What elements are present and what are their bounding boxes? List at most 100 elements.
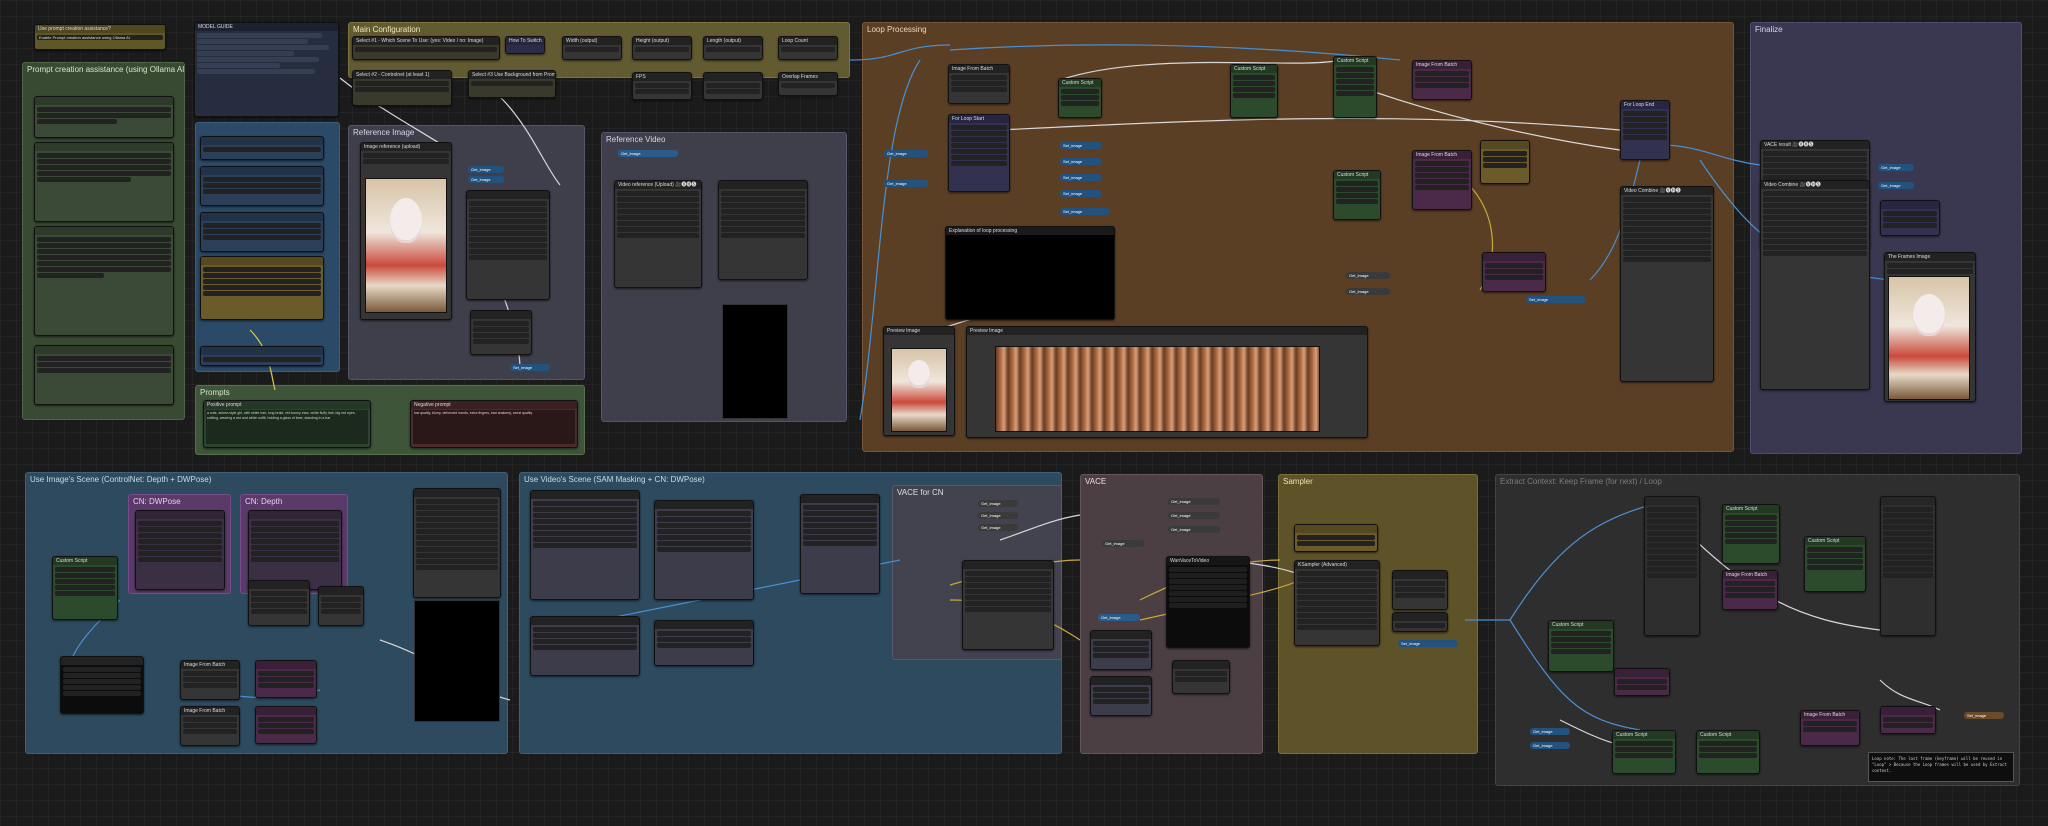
prompt-toggle[interactable]: Enable Prompt creation assistance using … bbox=[37, 35, 163, 40]
batch-images-node[interactable] bbox=[318, 586, 364, 626]
mask-node[interactable] bbox=[530, 616, 640, 676]
if-else-node-2[interactable] bbox=[255, 706, 317, 744]
prompt-helper-node-2[interactable] bbox=[34, 142, 174, 222]
extract-switch-node-2[interactable] bbox=[1880, 706, 1936, 734]
loop-count-node[interactable]: Loop Count bbox=[778, 36, 838, 60]
get-node-pill[interactable]: Get_image bbox=[884, 150, 928, 157]
mask-node-2[interactable] bbox=[654, 620, 754, 666]
select-3-node[interactable]: Select #3 Use Background from Prompt bbox=[468, 70, 556, 98]
vae-loader-node[interactable] bbox=[200, 346, 324, 366]
get-node-pill[interactable]: Get_image bbox=[468, 176, 504, 183]
video-cn-node[interactable] bbox=[800, 494, 880, 594]
vace-helper-node[interactable] bbox=[1090, 630, 1152, 670]
get-node-pill[interactable]: Get_image bbox=[468, 166, 504, 173]
prompt-helper-node-1[interactable] bbox=[34, 96, 174, 138]
while-loop-start-node[interactable] bbox=[1644, 496, 1700, 636]
get-node-pill[interactable]: Get_image bbox=[1530, 742, 1570, 749]
frame-counter-node[interactable] bbox=[1880, 200, 1940, 236]
dwpose-node[interactable] bbox=[135, 510, 225, 590]
prompt-helper-node-4[interactable] bbox=[34, 345, 174, 405]
get-node-pill[interactable]: Get_image bbox=[1168, 512, 1220, 519]
config-helper-node[interactable] bbox=[703, 72, 763, 100]
sam-node-2[interactable] bbox=[654, 500, 754, 600]
set-node-pill[interactable]: Set_image bbox=[1964, 712, 2004, 719]
counting-node[interactable]: Custom Script bbox=[1333, 170, 1381, 220]
empty-image-node[interactable] bbox=[470, 310, 532, 355]
image-list-node[interactable] bbox=[1480, 140, 1530, 184]
fps-node[interactable]: FPS bbox=[632, 72, 692, 100]
get-node-pill[interactable]: Get_image bbox=[978, 512, 1018, 519]
ksampler-node[interactable]: KSampler (Advanced) bbox=[1294, 560, 1380, 646]
vae-decode-node[interactable] bbox=[1392, 612, 1448, 632]
sam-node[interactable] bbox=[530, 490, 640, 600]
get-node-pill[interactable]: Get_image bbox=[1346, 272, 1390, 279]
negative-prompt-node[interactable]: Negative prompt low quality, blurry, def… bbox=[410, 400, 578, 448]
set-node-pill[interactable]: Set_image bbox=[1060, 158, 1102, 165]
image-blend-node[interactable] bbox=[248, 580, 310, 626]
set-node-pill[interactable]: Set_image bbox=[1060, 190, 1102, 197]
resize-image-node[interactable] bbox=[466, 190, 550, 300]
image-from-batch-node[interactable]: Image From Batch bbox=[1412, 60, 1472, 100]
while-loop-end-node[interactable] bbox=[1880, 496, 1936, 636]
custom-script-node-3[interactable]: Custom Script bbox=[1333, 56, 1377, 118]
vace-helper-node-2[interactable] bbox=[1090, 676, 1152, 716]
vace-cn-node[interactable] bbox=[962, 560, 1054, 650]
positive-prompt-text[interactable]: a cute, anime-style girl, with white hai… bbox=[206, 410, 368, 444]
select-2-node[interactable]: Select #2 - Controlnet (at least 1) bbox=[352, 70, 452, 106]
loop-start-node[interactable]: For Loop Start bbox=[948, 114, 1010, 192]
custom-script-node[interactable]: Custom Script bbox=[1058, 78, 1102, 118]
use-prompt-creation-node[interactable]: Use prompt creation assistance? Enable P… bbox=[34, 24, 166, 50]
get-node-pill[interactable]: Get_image bbox=[1878, 182, 1914, 189]
get-node-pill[interactable]: Get_image bbox=[978, 524, 1018, 531]
get-node-pill[interactable]: Get_image bbox=[978, 500, 1018, 507]
image-from-batch-node-2[interactable]: Image From Batch bbox=[180, 660, 240, 700]
vace-loader-node[interactable] bbox=[200, 136, 324, 160]
clip-loader-node[interactable] bbox=[200, 166, 324, 206]
get-node-pill[interactable]: Get_image bbox=[1098, 614, 1140, 621]
merge-images-node[interactable] bbox=[1482, 252, 1546, 292]
image-batch-node[interactable]: Image From Batch bbox=[1412, 150, 1472, 210]
set-node-pill[interactable]: Set_image bbox=[1526, 296, 1586, 303]
width-node[interactable]: Width (output) bbox=[562, 36, 622, 60]
lora-loader-node[interactable] bbox=[200, 256, 324, 320]
video-resize-node[interactable] bbox=[718, 180, 808, 280]
get-node-pill[interactable]: Get_image bbox=[1346, 288, 1390, 295]
set-node-pill[interactable]: Set_image bbox=[1398, 640, 1458, 647]
get-node-pill[interactable]: Get_image bbox=[1102, 540, 1144, 547]
extract-count-node-2[interactable]: Custom Script bbox=[1804, 536, 1866, 592]
set-node-pill[interactable]: Set_image bbox=[1060, 142, 1102, 149]
prompt-helper-node-3[interactable] bbox=[34, 226, 174, 336]
loop-end-node[interactable]: For Loop End bbox=[1620, 100, 1670, 160]
get-node-pill[interactable]: Get_image bbox=[1168, 498, 1220, 505]
video-combine-node[interactable]: Video Combine 🎥🅥🅗🅢 bbox=[1620, 186, 1714, 382]
positive-prompt-node[interactable]: Positive prompt a cute, anime-style girl… bbox=[203, 400, 371, 448]
image-count-node[interactable]: Custom Script bbox=[52, 556, 118, 620]
set-node-pill[interactable]: Set_image bbox=[1060, 174, 1102, 181]
trim-latent-node[interactable] bbox=[1392, 570, 1448, 610]
model-sampling-node[interactable] bbox=[1294, 524, 1378, 552]
extract-script-node[interactable]: Custom Script bbox=[1722, 504, 1780, 564]
clip-vision-node[interactable] bbox=[200, 212, 324, 252]
negative-prompt-text[interactable]: low quality, blurry, deformed hands, ext… bbox=[413, 410, 575, 444]
counter-node-b[interactable]: Custom Script bbox=[1696, 730, 1760, 774]
mask-bbox-node[interactable] bbox=[60, 656, 144, 714]
counter-node-a[interactable]: Custom Script bbox=[1612, 730, 1676, 774]
video-combine-final-node[interactable]: Video Combine 🎥🅥🅗🅢 bbox=[1760, 180, 1870, 390]
get-node-pill[interactable]: Get_image bbox=[884, 180, 928, 187]
loop-image-node[interactable]: Image From Batch bbox=[948, 64, 1010, 104]
if-else-node[interactable] bbox=[255, 660, 317, 698]
wan-vace-to-video-node[interactable]: WanVaceToVideo bbox=[1166, 556, 1250, 648]
depth-node[interactable] bbox=[248, 510, 342, 590]
image-from-batch-node-4[interactable]: Image From Batch bbox=[1800, 710, 1860, 746]
video-reference-node[interactable]: Video reference (Upload) 🎥🅥🅗🅢 bbox=[614, 180, 702, 288]
trim-video-node[interactable] bbox=[1172, 660, 1230, 694]
get-node-pill[interactable]: Get_image bbox=[618, 150, 678, 157]
set-node-pill[interactable]: Set_image bbox=[510, 364, 550, 371]
extract-count-node[interactable]: Custom Script bbox=[1548, 620, 1614, 672]
overlap-frames-node[interactable]: Overlap Frames bbox=[778, 72, 838, 96]
get-node-pill[interactable]: Get_image bbox=[1168, 526, 1220, 533]
image-from-batch-node-3[interactable]: Image From Batch bbox=[180, 706, 240, 746]
height-node[interactable]: Height (output) bbox=[632, 36, 692, 60]
extract-batch-node[interactable]: Image From Batch bbox=[1722, 570, 1778, 610]
select-1-node[interactable]: Select #1 - Which Scene To Use: (yes: Vi… bbox=[352, 36, 500, 60]
